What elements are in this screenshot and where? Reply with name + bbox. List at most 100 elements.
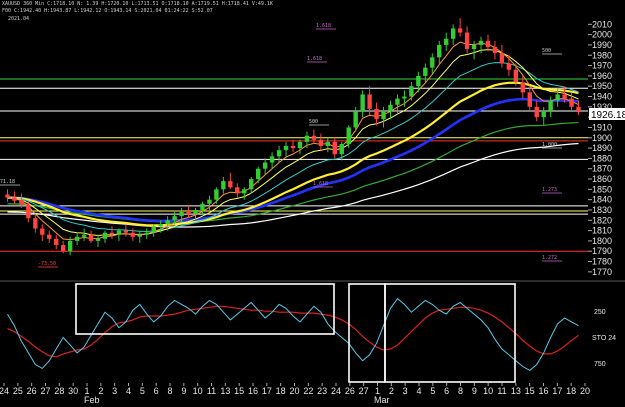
- candle-body: [123, 230, 129, 233]
- x-tick-label: 26: [27, 386, 37, 396]
- x-tick-label: 6: [444, 386, 449, 396]
- fib-marker-label: 1.618: [307, 56, 322, 62]
- fib-marker-label: -73.50: [38, 261, 56, 267]
- candle-body: [242, 189, 247, 194]
- current-price-badge: 1926.18: [589, 108, 625, 121]
- x-tick-label: 20: [580, 386, 590, 396]
- price-axis: 2010200019901980197019601950194019301920…: [588, 19, 612, 277]
- candle-body: [54, 238, 59, 246]
- moving-average-line: [7, 97, 579, 223]
- candle-body: [395, 98, 400, 105]
- y-tick-label: 1960: [592, 71, 612, 81]
- x-tick-label: 8: [458, 386, 463, 396]
- candle-body: [562, 94, 567, 99]
- x-tick-label: 2: [389, 386, 394, 396]
- candle-body: [276, 150, 282, 157]
- candle-body: [520, 82, 526, 93]
- current-price-value: 1926.18: [591, 110, 625, 121]
- candle-body: [186, 212, 191, 215]
- x-tick-label: 30: [68, 386, 78, 396]
- candle-body: [249, 179, 254, 190]
- x-tick-label: 16: [538, 386, 548, 396]
- y-tick-label: 1970: [592, 61, 612, 71]
- stoch-tick-250: 250: [594, 309, 606, 316]
- candle-body: [576, 106, 581, 111]
- y-tick-label: 1860: [592, 174, 612, 184]
- y-tick-label: 1890: [592, 143, 612, 153]
- candle-body: [437, 44, 442, 58]
- candle-body: [109, 232, 115, 235]
- candle-body: [179, 212, 184, 217]
- candle-body: [506, 63, 512, 70]
- x-tick-label: 27: [40, 386, 50, 396]
- candle-body: [193, 209, 198, 215]
- candle-body: [158, 224, 163, 227]
- candle-body: [40, 228, 45, 235]
- candle-body: [19, 199, 24, 205]
- candle-body: [332, 141, 337, 155]
- candle-body: [269, 156, 275, 163]
- candle-body: [325, 141, 331, 147]
- y-tick-label: 1850: [592, 184, 612, 194]
- x-tick-label: 4: [126, 386, 131, 396]
- x-tick-label: 13: [511, 386, 521, 396]
- candle-body: [144, 232, 149, 235]
- candle-body: [304, 135, 310, 142]
- header-line-2: F00 C:1942.40 H:1943.87 L:1942.12 O:1943…: [2, 8, 213, 14]
- candle-body: [555, 94, 560, 101]
- highlight-box-2: [348, 283, 386, 383]
- candle-body: [353, 110, 358, 128]
- fib-marker-label: 1.000: [542, 142, 557, 148]
- candle-body: [381, 110, 386, 120]
- x-tick-label: 9: [181, 386, 186, 396]
- candle-body: [297, 141, 303, 149]
- candle-body: [423, 67, 428, 76]
- x-tick-label: 15: [234, 386, 244, 396]
- candle-body: [548, 100, 553, 111]
- candle-body: [388, 104, 393, 111]
- candle-body: [5, 194, 10, 198]
- y-tick-label: 1870: [592, 164, 612, 174]
- fib-marker-label: 500: [542, 48, 551, 54]
- candle-body: [60, 245, 66, 252]
- y-tick-label: 1830: [592, 205, 612, 215]
- y-tick-label: 1770: [592, 267, 612, 277]
- y-tick-label: 1990: [592, 40, 612, 50]
- x-tick-label: 18: [566, 386, 576, 396]
- candle-body: [527, 92, 532, 107]
- x-tick-label: 5: [430, 386, 435, 396]
- candle-body: [374, 108, 379, 120]
- candle-body: [95, 238, 101, 241]
- candle-body: [464, 32, 470, 50]
- candle-body: [33, 218, 38, 229]
- x-tick-label: 9: [472, 386, 477, 396]
- fib-marker-label: 500: [309, 119, 318, 125]
- candle-body: [228, 181, 233, 188]
- candle-body: [457, 28, 463, 33]
- fib-marker-label: 1.618: [313, 181, 328, 187]
- candle-body: [12, 197, 17, 201]
- candle-body: [47, 234, 52, 239]
- stoch-label: STO 24: [592, 335, 616, 342]
- candle-body: [346, 127, 351, 144]
- x-tick-label: 10: [193, 386, 203, 396]
- horizontal-levels: [0, 78, 588, 252]
- candle-body: [102, 232, 108, 239]
- x-tick-label: 10: [483, 386, 493, 396]
- y-tick-label: 2010: [592, 19, 612, 29]
- x-tick-label: 23: [317, 386, 327, 396]
- month-label-mar: Mar: [374, 395, 390, 405]
- x-tick-label: 8: [167, 386, 172, 396]
- candle-body: [207, 199, 212, 204]
- x-tick-label: 3: [112, 386, 117, 396]
- candle-body: [262, 162, 268, 169]
- x-tick-label: 22: [303, 386, 313, 396]
- y-tick-label: 1790: [592, 246, 612, 256]
- y-tick-label: 1780: [592, 257, 612, 267]
- y-tick-label: 1940: [592, 92, 612, 102]
- x-tick-label: 17: [262, 386, 272, 396]
- x-tick-label: 24: [331, 386, 341, 396]
- candle-body: [235, 187, 240, 194]
- candle-body: [367, 94, 372, 109]
- stoch-tick-750: 750: [594, 361, 606, 368]
